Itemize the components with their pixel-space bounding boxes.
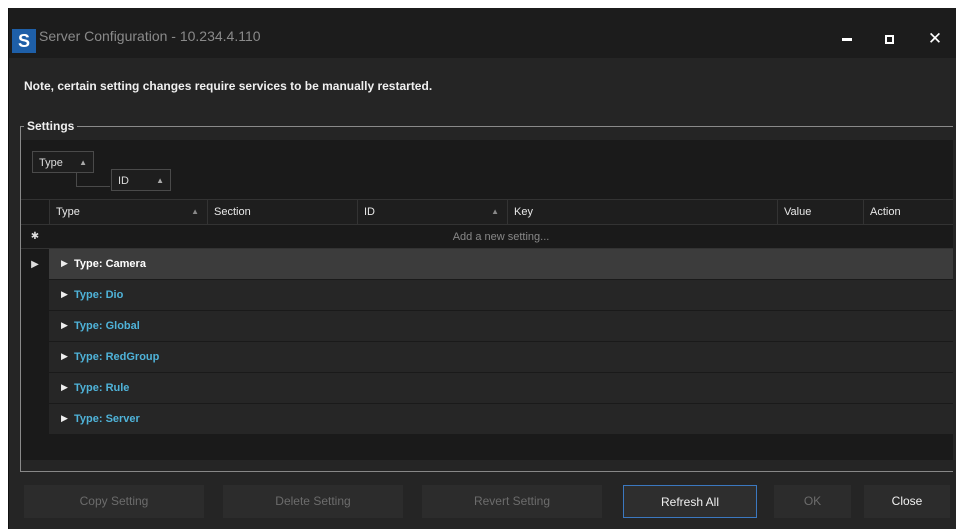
column-header-section[interactable]: Section (207, 200, 357, 224)
settings-legend: Settings (24, 119, 78, 133)
group-row-camera[interactable]: ▶ Type: Camera (49, 249, 953, 280)
sort-ascending-icon: ▲ (491, 207, 499, 216)
group-connector (76, 173, 77, 187)
expand-icon[interactable]: ▶ (61, 373, 68, 404)
column-header-value[interactable]: Value (777, 200, 863, 224)
revert-setting-button[interactable]: Revert Setting (422, 485, 602, 518)
maximize-button[interactable] (869, 24, 909, 54)
new-row-indicator-icon: ✱ (21, 225, 49, 248)
expand-icon[interactable]: ▶ (61, 311, 68, 342)
group-by-panel[interactable]: Type ▲ ID ▲ (21, 140, 953, 198)
group-row-label: Type: Camera (74, 258, 146, 270)
column-header-key[interactable]: Key (507, 200, 777, 224)
group-row-redgroup[interactable]: ▶ Type: RedGroup (49, 342, 953, 373)
group-row-rule[interactable]: ▶ Type: Rule (49, 373, 953, 404)
window-title: Server Configuration - 10.234.4.110 (39, 28, 261, 44)
column-label: Section (214, 206, 251, 218)
group-row-label: Type: Global (74, 320, 140, 332)
expand-icon[interactable]: ▶ (61, 342, 68, 373)
maximize-icon (884, 34, 894, 44)
column-label: Value (784, 206, 812, 218)
column-header-action[interactable]: Action (863, 200, 953, 224)
server-configuration-window: S Server Configuration - 10.234.4.110 ✕ … (8, 8, 956, 529)
header-indicator (21, 200, 49, 224)
group-row-label: Type: Dio (74, 289, 124, 301)
sort-ascending-icon: ▲ (156, 176, 164, 185)
expand-icon[interactable]: ▶ (61, 280, 68, 311)
column-header-type[interactable]: Type ▲ (49, 200, 207, 224)
copy-setting-button[interactable]: Copy Setting (24, 485, 204, 518)
ok-button[interactable]: OK (774, 485, 851, 518)
settings-grid[interactable]: Type ▲ ID ▲ Type ▲ Section ID ▲ Key Valu… (21, 140, 953, 460)
minimize-button[interactable] (827, 24, 867, 54)
new-item-placeholder[interactable]: Add a new setting... (49, 225, 953, 249)
title-bar[interactable]: S Server Configuration - 10.234.4.110 ✕ (9, 8, 956, 58)
close-button[interactable]: Close (864, 485, 950, 518)
group-row-label: Type: Server (74, 413, 140, 425)
group-chip-id[interactable]: ID ▲ (111, 169, 171, 191)
app-logo-icon: S (12, 29, 36, 53)
column-label: ID (364, 206, 375, 218)
group-row-server[interactable]: ▶ Type: Server (49, 404, 953, 435)
close-window-button[interactable]: ✕ (915, 24, 955, 54)
group-chip-label: ID (118, 175, 129, 187)
group-row-dio[interactable]: ▶ Type: Dio (49, 280, 953, 311)
column-header-id[interactable]: ID ▲ (357, 200, 507, 224)
restart-note: Note, certain setting changes require se… (24, 79, 433, 93)
current-row-indicator-icon: ▶ (21, 249, 49, 280)
delete-setting-button[interactable]: Delete Setting (223, 485, 403, 518)
new-item-row[interactable]: ✱ Add a new setting... (21, 225, 953, 249)
group-chip-type[interactable]: Type ▲ (32, 151, 94, 173)
group-chip-label: Type (39, 157, 63, 169)
divider (21, 471, 953, 472)
expand-icon[interactable]: ▶ (61, 404, 68, 435)
group-row-label: Type: RedGroup (74, 351, 160, 363)
sort-ascending-icon: ▲ (79, 158, 87, 167)
row-indicator-column (21, 280, 49, 452)
column-label: Action (870, 206, 901, 218)
refresh-all-button[interactable]: Refresh All (623, 485, 757, 518)
group-connector (76, 186, 110, 187)
sort-ascending-icon: ▲ (191, 207, 199, 216)
column-label: Type (56, 206, 80, 218)
minimize-icon (842, 37, 852, 41)
group-row-global[interactable]: ▶ Type: Global (49, 311, 953, 342)
expand-icon[interactable]: ▶ (61, 249, 68, 280)
column-label: Key (514, 206, 533, 218)
column-header-row: Type ▲ Section ID ▲ Key Value Action (21, 199, 953, 225)
group-row-label: Type: Rule (74, 382, 130, 394)
